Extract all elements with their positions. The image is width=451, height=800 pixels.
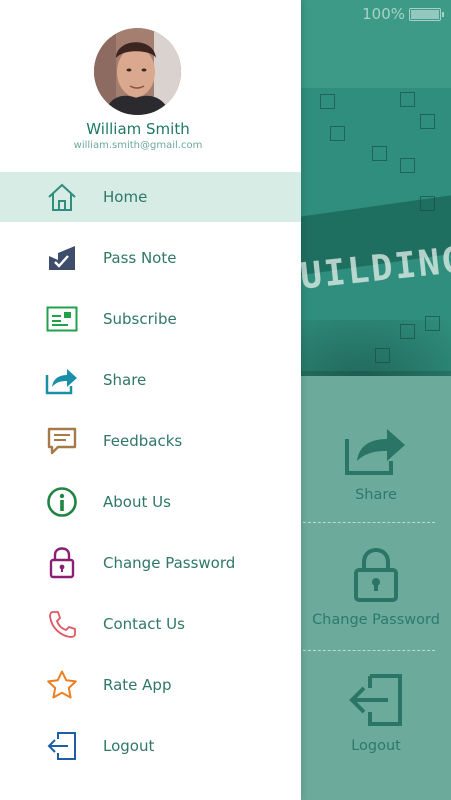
battery-icon	[409, 8, 444, 21]
menu-item-logout[interactable]: Logout	[0, 721, 301, 771]
banner-square	[425, 316, 440, 331]
divider	[303, 650, 435, 651]
bg-logout-item: Logout	[301, 672, 451, 754]
user-name: William Smith	[86, 120, 190, 138]
menu-item-label: Feedbacks	[103, 432, 183, 450]
menu-item-label: Share	[103, 371, 147, 389]
menu-item-label: Contact Us	[103, 615, 185, 633]
banner-square	[400, 324, 415, 339]
banner-square	[330, 126, 345, 141]
background-menu: Share Change Password Logout	[301, 376, 451, 800]
bg-share-label: Share	[355, 487, 397, 503]
menu-item-about-us[interactable]: About Us	[0, 477, 301, 527]
banner-square	[420, 114, 435, 129]
battery-percentage: 100%	[362, 5, 405, 23]
banner-square	[420, 196, 435, 211]
menu-item-label: Pass Note	[103, 249, 177, 267]
menu-item-label: Logout	[103, 737, 155, 755]
avatar[interactable]	[94, 28, 181, 115]
banner-square	[400, 158, 415, 173]
feedback-icon	[44, 423, 80, 459]
menu-item-change-password[interactable]: Change Password	[0, 538, 301, 588]
menu-item-rate-app[interactable]: Rate App	[0, 660, 301, 710]
phone-icon	[44, 606, 80, 642]
menu-item-pass-note[interactable]: Pass Note	[0, 233, 301, 283]
menu-item-contact-us[interactable]: Contact Us	[0, 599, 301, 649]
menu-item-label: Subscribe	[103, 310, 177, 328]
menu-item-subscribe[interactable]: Subscribe	[0, 294, 301, 344]
menu-item-label: Change Password	[103, 554, 236, 572]
menu-item-label: About Us	[103, 493, 171, 511]
share-icon	[345, 429, 405, 475]
info-icon	[44, 484, 80, 520]
menu-item-share[interactable]: Share	[0, 355, 301, 405]
bg-change-password-item: Change Password	[301, 548, 451, 628]
banner-square	[320, 94, 335, 109]
banner-square	[400, 92, 415, 107]
divider	[303, 522, 435, 523]
logout-icon	[44, 728, 80, 764]
menu-item-label: Rate App	[103, 676, 172, 694]
banner-square	[372, 146, 387, 161]
lock-icon	[354, 548, 398, 602]
pass-note-icon	[44, 240, 80, 276]
menu-item-label: Home	[103, 188, 148, 206]
menu-item-feedbacks[interactable]: Feedbacks	[0, 416, 301, 466]
subscribe-icon	[44, 301, 80, 337]
navigation-drawer: William Smith william.smith@gmail.com Ho…	[0, 0, 301, 800]
star-icon	[44, 667, 80, 703]
bg-share-item: Share	[301, 421, 451, 503]
bg-logout-label: Logout	[351, 738, 401, 754]
banner-square	[375, 348, 390, 363]
logout-icon	[349, 674, 402, 726]
menu-item-home[interactable]: Home	[0, 172, 301, 222]
share-icon	[44, 362, 80, 398]
user-email: william.smith@gmail.com	[73, 140, 203, 151]
home-icon	[44, 179, 80, 215]
lock-icon	[44, 545, 80, 581]
avatar-photo	[94, 28, 181, 115]
bg-change-password-label: Change Password	[312, 612, 440, 628]
